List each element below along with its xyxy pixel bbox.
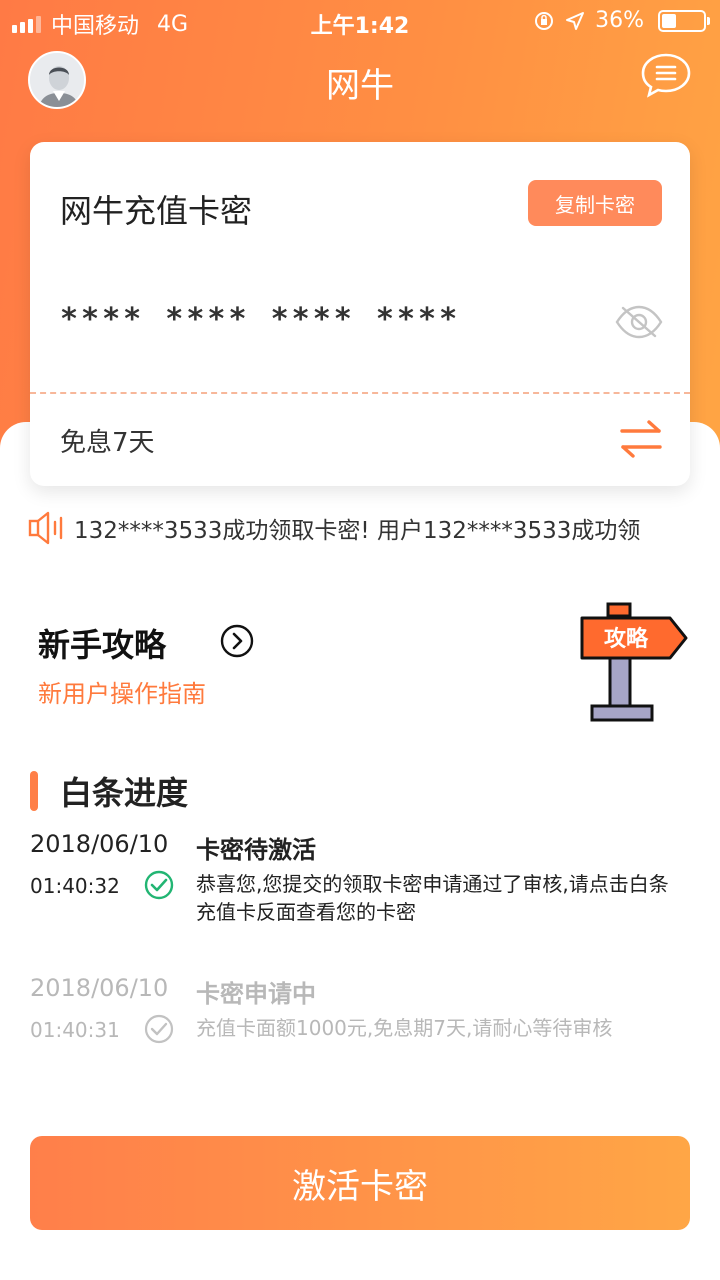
- circle-arrow-right-icon[interactable]: [220, 624, 254, 658]
- heading-accent-bar: [30, 771, 38, 811]
- check-circle-icon: [144, 870, 174, 900]
- entry-time: 01:40:32: [30, 874, 120, 898]
- activate-code-button[interactable]: 激活卡密: [30, 1136, 690, 1230]
- location-icon: [566, 11, 585, 30]
- entry-time: 01:40:31: [30, 1018, 120, 1042]
- entry-description: 充值卡面额1000元,免息期7天,请耐心等待审核: [196, 1016, 613, 1040]
- status-bar: 中国移动 4G 上午1:42 36%: [0, 0, 720, 40]
- check-circle-icon: [144, 1014, 174, 1044]
- speaker-icon: [28, 511, 63, 545]
- entry-description: 恭喜您,您提交的领取卡密申请通过了审核,请点击白条充值卡反面查看您的卡密: [196, 872, 669, 924]
- card-title: 网牛充值卡密: [60, 192, 253, 230]
- progress-heading: 白条进度: [30, 768, 188, 814]
- entry-status: 卡密待激活: [196, 836, 316, 864]
- signpost-label: 攻略: [604, 626, 649, 652]
- hidden-eye-icon[interactable]: [614, 302, 664, 342]
- battery-percent: 36%: [595, 8, 644, 33]
- notice-text: 132****3533成功领取卡密! 用户132****3533成功领: [74, 518, 641, 544]
- dashed-divider: [30, 392, 690, 394]
- guide-subtitle: 新用户操作指南: [38, 680, 206, 708]
- page-title: 网牛: [326, 66, 394, 106]
- recharge-card: 网牛充值卡密 复制卡密 **** **** **** **** 免息7天: [30, 142, 690, 486]
- entry-status: 卡密申请中: [196, 980, 316, 1008]
- notice-marquee: 132****3533成功领取卡密! 用户132****3533成功领: [28, 510, 690, 546]
- copy-code-button[interactable]: 复制卡密: [528, 180, 662, 226]
- card-code: **** **** **** ****: [60, 302, 461, 337]
- orientation-lock-icon: [535, 11, 554, 30]
- interest-free-label: 免息7天: [60, 428, 155, 458]
- message-menu-icon[interactable]: [640, 52, 692, 98]
- entry-date: 2018/06/10: [30, 830, 169, 858]
- guide-title: 新手攻略: [38, 626, 167, 664]
- entry-date: 2018/06/10: [30, 974, 169, 1002]
- progress-title: 白条进度: [60, 774, 189, 812]
- signpost-icon: 攻略: [580, 602, 688, 722]
- swap-icon[interactable]: [618, 418, 664, 460]
- battery-icon: [658, 9, 710, 32]
